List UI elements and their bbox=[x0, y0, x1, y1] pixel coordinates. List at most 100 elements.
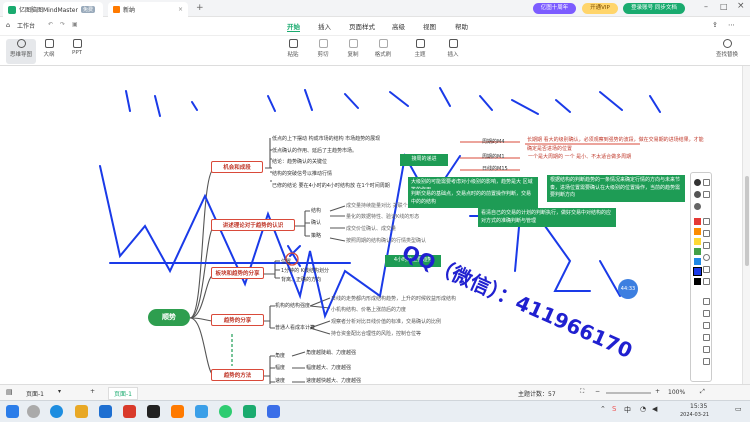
search-icon[interactable] bbox=[27, 405, 40, 418]
relation-item[interactable]: 周期的M1 bbox=[482, 153, 505, 160]
branch1-item[interactable]: 结论：趋势确认的关键位 bbox=[272, 158, 327, 165]
branch4-item[interactable]: 机构的结构强度 bbox=[275, 302, 310, 309]
color-swatch[interactable] bbox=[694, 278, 701, 285]
branch4-item[interactable]: 普通人看成本计算 bbox=[275, 324, 315, 331]
redo-pen-icon[interactable] bbox=[703, 310, 710, 317]
fit-icon[interactable]: ⛶ bbox=[580, 388, 584, 396]
relation-item[interactable]: 周期的M4 bbox=[482, 138, 505, 145]
branch-node-1[interactable]: 机会和成段 bbox=[211, 161, 263, 173]
undo-icon[interactable]: ↶ bbox=[48, 21, 53, 28]
branch4-detail[interactable]: 持仓资金配比合理性的风险，控制仓位等 bbox=[331, 330, 421, 337]
tray-chevron-icon[interactable]: ⌃ bbox=[600, 405, 606, 413]
root-node[interactable]: 顺势 bbox=[148, 309, 190, 326]
arrow-tool-icon[interactable] bbox=[703, 230, 710, 237]
branch-node-3[interactable]: 板块和趋势的分享 bbox=[211, 267, 264, 279]
relation-item[interactable]: 日线的M15 bbox=[482, 165, 508, 172]
branch3-item[interactable]: 位置 bbox=[281, 258, 291, 265]
zoom-out-icon[interactable]: − bbox=[595, 388, 600, 395]
menu-advanced[interactable]: 高级 bbox=[392, 21, 405, 31]
red-note-line[interactable]: 长期期 看大的级别确认，必须观察到强势的波段，做在交易期的进场结果，才能 bbox=[527, 136, 704, 143]
timer-bubble[interactable]: 44:33 bbox=[618, 279, 638, 299]
new-tab-button[interactable]: + bbox=[196, 3, 204, 13]
color-swatch[interactable] bbox=[694, 238, 701, 245]
copy-button[interactable]: 复制 bbox=[338, 39, 368, 58]
close-palette-icon[interactable] bbox=[703, 358, 710, 365]
tab-document[interactable]: 新纳 × bbox=[108, 2, 188, 17]
text-tool-icon[interactable] bbox=[703, 266, 710, 273]
eraser-icon[interactable] bbox=[703, 278, 710, 285]
branch4-detail[interactable]: 小机构结构、价格上涨前后的力度 bbox=[331, 306, 406, 313]
paste-button[interactable]: 粘贴 bbox=[278, 39, 308, 58]
menu-view[interactable]: 视图 bbox=[423, 21, 436, 31]
add-page-icon[interactable]: + bbox=[90, 388, 95, 395]
relation-note[interactable]: 一个是大周期的 一个 是小、不太适合做多周期 bbox=[528, 153, 631, 160]
undo-pen-icon[interactable] bbox=[703, 298, 710, 305]
branch1-item[interactable]: 低点确认的作用、延后了主趋势市场。 bbox=[272, 147, 357, 154]
color-swatch[interactable] bbox=[694, 248, 701, 255]
color-swatch[interactable] bbox=[694, 179, 701, 186]
clock-time[interactable]: 15:35 bbox=[690, 403, 707, 410]
branch5-item[interactable]: 幅度 bbox=[275, 364, 285, 371]
more-icon[interactable]: ⋯ bbox=[728, 21, 735, 29]
branch2-item[interactable]: 结构 bbox=[311, 207, 321, 214]
store-icon[interactable] bbox=[99, 405, 112, 418]
branch2-detail[interactable]: 量化的数据特性、验证K线的形态 bbox=[346, 213, 419, 220]
clock-date[interactable]: 2024-03-21 bbox=[680, 412, 709, 418]
green-note[interactable]: 根据结构的判断趋势的一条情况来确定行情的方向与未来节奏，进场位置需要确认在大级别… bbox=[547, 175, 685, 202]
save-icon[interactable]: ▣ bbox=[72, 21, 78, 28]
home-icon[interactable]: ⌂ bbox=[6, 21, 10, 29]
branch5-detail[interactable]: 幅度越大、力度越强 bbox=[306, 364, 351, 371]
branch1-item[interactable]: 低点的上下摆动 构成市场的结构 市场趋势的展现 bbox=[272, 135, 380, 142]
view-mindmap[interactable]: 思维导图 bbox=[6, 39, 36, 64]
branch2-item[interactable]: 确认 bbox=[311, 219, 321, 226]
tab-mindmaster[interactable]: 亿图脑图MindMaster 免费 bbox=[3, 2, 103, 17]
pdf-icon[interactable] bbox=[123, 405, 136, 418]
zoom-slider[interactable] bbox=[606, 392, 651, 394]
view-ppt[interactable]: PPT bbox=[62, 39, 92, 56]
branch3-item[interactable]: 1分钟的 K线结构划分 bbox=[281, 267, 329, 274]
workspace-link[interactable]: 工作台 bbox=[17, 21, 35, 30]
branch3-item[interactable]: 背离、正确的方向 bbox=[281, 276, 321, 283]
menu-insert[interactable]: 插入 bbox=[318, 21, 331, 31]
terminal-icon[interactable] bbox=[147, 405, 160, 418]
zoom-level[interactable]: 100% bbox=[668, 389, 685, 396]
view-outline[interactable]: 大纲 bbox=[34, 39, 64, 58]
close-tab-icon[interactable]: × bbox=[178, 6, 183, 13]
close-window-icon[interactable]: × bbox=[737, 1, 745, 11]
branch2-item[interactable]: 策略 bbox=[311, 232, 321, 239]
maximize-icon[interactable]: □ bbox=[720, 2, 728, 11]
pen-tool-icon[interactable] bbox=[703, 179, 710, 186]
insert-button[interactable]: 插入 bbox=[438, 39, 468, 58]
promo-button[interactable]: 亿图十周年 bbox=[533, 3, 576, 14]
rect-tool-icon[interactable] bbox=[703, 242, 710, 249]
branch-node-2[interactable]: 讲述理论对于趋势的认识 bbox=[211, 219, 295, 231]
folder-icon[interactable] bbox=[75, 405, 88, 418]
branch-node-4[interactable]: 趋势的分享 bbox=[211, 314, 264, 326]
green-note[interactable]: 判断交易的基础点，交易点时的的前置操作判断，交易中的的结构 bbox=[408, 189, 538, 208]
menu-help[interactable]: 帮助 bbox=[455, 21, 468, 31]
vertical-scrollbar[interactable] bbox=[742, 66, 750, 384]
line-tool-icon[interactable] bbox=[703, 218, 710, 225]
find-replace-button[interactable]: 查找替换 bbox=[712, 39, 742, 58]
chevron-down-icon[interactable]: ▾ bbox=[58, 388, 61, 395]
scrollbar-thumb[interactable] bbox=[745, 176, 749, 266]
color-swatch[interactable] bbox=[694, 191, 701, 198]
app-icon[interactable] bbox=[267, 405, 280, 418]
clear-icon[interactable] bbox=[703, 322, 710, 329]
redo-icon[interactable]: ↷ bbox=[60, 21, 65, 28]
branch5-detail[interactable]: 速度越快越大、力度越强 bbox=[306, 377, 361, 384]
share-icon[interactable]: ⇪ bbox=[712, 21, 718, 29]
color-swatch[interactable] bbox=[694, 228, 701, 235]
wechat-icon[interactable] bbox=[219, 405, 232, 418]
ellipse-tool-icon[interactable] bbox=[703, 254, 710, 261]
color-swatch[interactable] bbox=[694, 203, 701, 210]
pages-icon[interactable]: ▤ bbox=[6, 388, 13, 396]
color-swatch-selected[interactable] bbox=[693, 267, 702, 276]
save-pen-icon[interactable] bbox=[703, 334, 710, 341]
branch1-item[interactable]: 结构的突破信号以推动行情 bbox=[272, 170, 332, 177]
edge-icon[interactable] bbox=[50, 405, 63, 418]
settings-icon[interactable] bbox=[703, 346, 710, 353]
branch5-detail[interactable]: 角度越陡峭、力度越强 bbox=[306, 349, 356, 356]
branch-node-5[interactable]: 趋势的方法 bbox=[211, 369, 264, 381]
menu-page-style[interactable]: 页面样式 bbox=[349, 21, 375, 31]
